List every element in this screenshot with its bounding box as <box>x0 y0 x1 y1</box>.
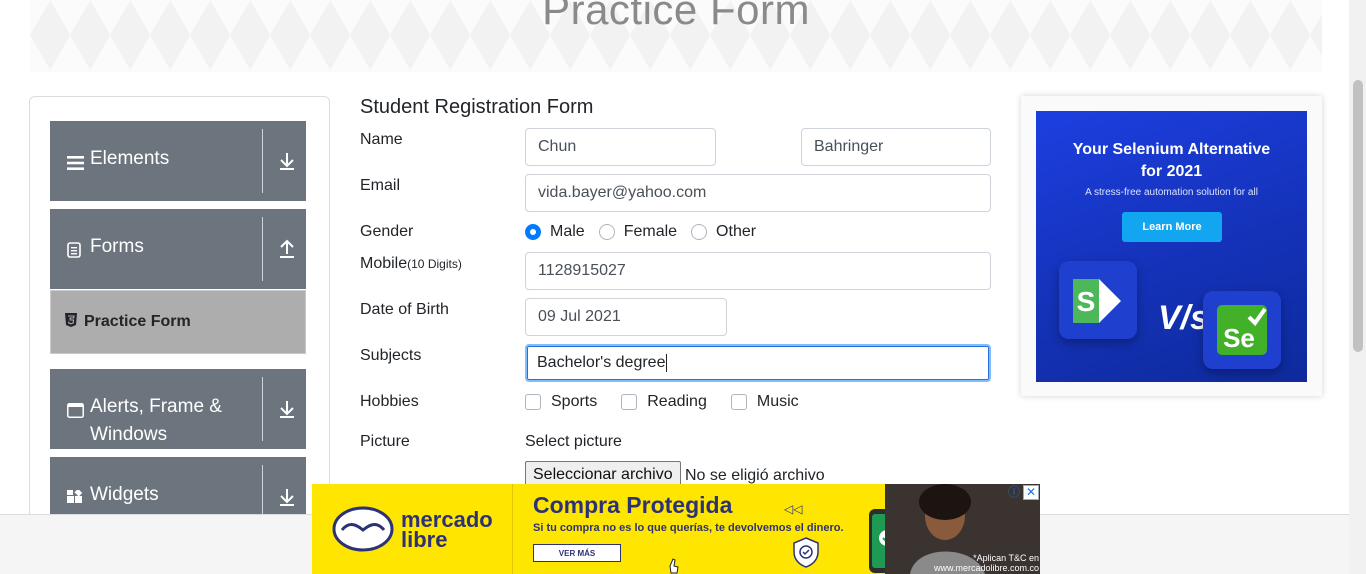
window-icon <box>67 399 84 427</box>
mobile-label: Mobile(10 Digits) <box>360 255 462 273</box>
date-of-birth-input[interactable]: 09 Jul 2021 <box>525 298 727 336</box>
expand-down-icon[interactable] <box>277 151 297 171</box>
gender-other-label[interactable]: Other <box>716 223 756 241</box>
sidebar-item-practice-form[interactable]: Practice Form <box>50 290 306 354</box>
ad-headline: Your Selenium Alternative for 2021 <box>1036 139 1307 183</box>
hobby-music-checkbox[interactable] <box>730 394 747 410</box>
sidebar-group-alerts-frame-windows[interactable]: Alerts, Frame & Windows <box>50 369 306 449</box>
versus-text: V/s <box>1158 299 1210 337</box>
first-name-input[interactable]: Chun <box>525 128 716 166</box>
sidebar-item-label: Practice Form <box>84 313 191 330</box>
ad-info-icon[interactable]: ⓘ <box>1006 485 1022 500</box>
gender-female-label[interactable]: Female <box>624 223 677 241</box>
gender-female-radio[interactable] <box>598 224 615 240</box>
hobby-music-label[interactable]: Music <box>757 393 799 411</box>
ad-title: Compra Protegida <box>533 492 733 518</box>
hobby-sports-label[interactable]: Sports <box>551 393 597 411</box>
mercadolibre-logo-text: mercado libre <box>401 509 493 552</box>
divider <box>262 217 263 281</box>
html5-icon <box>65 312 77 332</box>
form-title: Student Registration Form <box>360 96 594 118</box>
gender-other-radio[interactable] <box>691 224 708 240</box>
sidebar-group-label-line2: Windows <box>90 424 168 445</box>
legal-line2: www.mercadolibre.com.co <box>933 563 1039 573</box>
scrollbar-thumb[interactable] <box>1353 80 1363 352</box>
subjects-label: Subjects <box>360 347 422 364</box>
replay-icon[interactable]: ◁◁ <box>784 502 802 516</box>
selenium-logo-letters: Se <box>1223 323 1255 353</box>
ad-subtitle: Si tu compra no es lo que querías, te de… <box>533 522 844 534</box>
mercadolibre-logo-icon <box>332 506 394 557</box>
divider <box>262 377 263 441</box>
bottom-ad[interactable]: mercado libre Compra Protegida ◁◁ Si tu … <box>312 484 1040 574</box>
brand-line2: libre <box>401 527 448 552</box>
collapse-up-icon[interactable] <box>277 239 297 259</box>
subjects-input[interactable]: Bachelor's degree <box>525 344 991 382</box>
gender-male-option[interactable]: Male <box>525 223 585 241</box>
last-name-input[interactable]: Bahringer <box>801 128 991 166</box>
hobbies-checkbox-group: Sports Reading Music <box>525 393 813 411</box>
hobby-reading-checkbox[interactable] <box>621 394 638 410</box>
side-ad[interactable]: Your Selenium Alternative for 2021 A str… <box>1036 111 1307 382</box>
close-icon[interactable]: ✕ <box>1023 485 1039 500</box>
hobby-music-option[interactable]: Music <box>730 393 799 411</box>
gender-male-label[interactable]: Male <box>550 223 585 241</box>
practice-form-page: Practice Form Elements Forms Practice Fo… <box>0 0 1366 574</box>
hobbies-label: Hobbies <box>360 393 419 410</box>
sidebar-group-label: Elements <box>90 148 170 169</box>
gender-radio-group: Male Female Other <box>525 223 770 241</box>
sidebar: Elements Forms Practice Form Alerts, Fra… <box>29 96 330 536</box>
file-status-text: No se eligió archivo <box>685 467 825 484</box>
sidebar-group-elements[interactable]: Elements <box>50 121 306 201</box>
ad-legal-text: *Aplican T&C en www.mercadolibre.com.co <box>924 553 1039 573</box>
sidebar-group-forms[interactable]: Forms <box>50 209 306 289</box>
learn-more-button[interactable]: Learn More <box>1122 212 1222 242</box>
hobby-reading-label[interactable]: Reading <box>647 393 707 411</box>
katalon-logo-letter: S <box>1077 286 1096 317</box>
mobile-label-text: Mobile <box>360 255 408 272</box>
sidebar-group-label: Forms <box>90 236 144 257</box>
gender-label: Gender <box>360 223 414 240</box>
hamburger-icon <box>67 151 84 179</box>
legal-line1: *Aplican T&C en <box>973 553 1039 563</box>
mobile-hint: (10 Digits) <box>407 257 462 271</box>
hobby-sports-option[interactable]: Sports <box>525 393 597 411</box>
page-banner: Practice Form <box>30 0 1322 72</box>
name-label: Name <box>360 131 403 148</box>
email-label: Email <box>360 177 401 194</box>
select-picture-label: Select picture <box>525 433 622 450</box>
katalon-logo: S <box>1059 261 1137 339</box>
ad-headline-line2: for 2021 <box>1140 163 1203 180</box>
ad-headline-line1: Your Selenium Alternative <box>1072 141 1271 158</box>
expand-down-icon[interactable] <box>277 399 297 419</box>
text-caret <box>666 354 668 372</box>
gender-male-radio[interactable] <box>525 224 541 240</box>
gender-female-option[interactable]: Female <box>598 223 677 241</box>
sidebar-group-label: Widgets <box>90 484 159 505</box>
selenium-logo: Se <box>1203 291 1281 369</box>
ad-subline: A stress-free automation solution for al… <box>1085 187 1258 198</box>
ver-mas-button[interactable]: VER MÁS <box>533 544 621 562</box>
page-title: Practice Form <box>542 0 810 33</box>
form-icon <box>67 239 84 267</box>
hobby-sports-checkbox[interactable] <box>525 394 541 410</box>
hobby-reading-option[interactable]: Reading <box>621 393 707 411</box>
gender-other-option[interactable]: Other <box>691 223 756 241</box>
expand-down-icon[interactable] <box>277 487 297 507</box>
widgets-icon <box>67 487 84 515</box>
divider <box>262 129 263 193</box>
mobile-input[interactable]: 1128915027 <box>525 252 991 290</box>
shield-check-icon <box>792 536 820 573</box>
sidebar-group-label: Alerts, Frame & <box>90 396 222 417</box>
cursor-hand-icon <box>666 558 682 574</box>
subjects-value: Bachelor's degree <box>537 354 666 371</box>
picture-label: Picture <box>360 433 410 450</box>
email-input[interactable]: vida.bayer@yahoo.com <box>525 174 991 212</box>
divider <box>512 484 513 574</box>
dob-label: Date of Birth <box>360 301 449 318</box>
